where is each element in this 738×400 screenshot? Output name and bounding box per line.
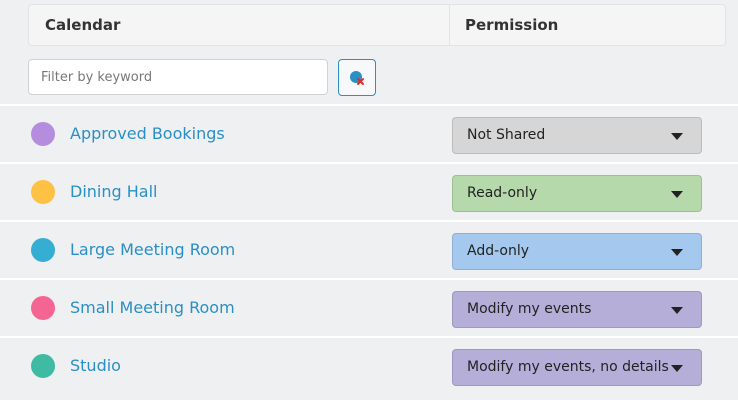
calendar-row: Studio Modify my events, no details [0, 336, 738, 394]
calendar-name-link[interactable]: Large Meeting Room [70, 222, 235, 278]
header-divider [449, 5, 450, 45]
calendar-color-dot [31, 180, 55, 204]
clear-filter-button[interactable] [338, 59, 376, 96]
dropdown-caret-icon [671, 191, 683, 198]
dropdown-caret-icon [671, 249, 683, 256]
permission-dropdown[interactable]: Add-only [452, 233, 702, 270]
permission-dropdown[interactable]: Not Shared [452, 117, 702, 154]
dropdown-caret-icon [671, 365, 683, 372]
calendar-column-header: Calendar [45, 16, 121, 34]
permission-value: Modify my events [467, 301, 592, 317]
dropdown-caret-icon [671, 307, 683, 314]
permission-value: Not Shared [467, 127, 546, 143]
table-header: Calendar Permission [28, 4, 726, 46]
calendar-color-dot [31, 122, 55, 146]
permission-value: Add-only [467, 243, 530, 259]
calendar-name-link[interactable]: Studio [70, 338, 121, 394]
permission-dropdown[interactable]: Read-only [452, 175, 702, 212]
permission-value: Read-only [467, 185, 538, 201]
permission-dropdown[interactable]: Modify my events [452, 291, 702, 328]
clear-filter-icon [350, 70, 364, 85]
calendar-color-dot [31, 354, 55, 378]
dropdown-caret-icon [671, 133, 683, 140]
calendar-row: Approved Bookings Not Shared [0, 104, 738, 162]
calendar-name-link[interactable]: Small Meeting Room [70, 280, 235, 336]
permission-column-header: Permission [465, 16, 559, 34]
filter-keyword-input[interactable] [28, 59, 328, 95]
calendar-name-link[interactable]: Approved Bookings [70, 106, 225, 162]
calendar-row: Large Meeting Room Add-only [0, 220, 738, 278]
permission-dropdown[interactable]: Modify my events, no details [452, 349, 702, 386]
calendar-name-link[interactable]: Dining Hall [70, 164, 157, 220]
permission-value: Modify my events, no details [467, 359, 669, 375]
calendar-row: Dining Hall Read-only [0, 162, 738, 220]
calendar-color-dot [31, 238, 55, 262]
calendar-row: Small Meeting Room Modify my events [0, 278, 738, 336]
calendar-color-dot [31, 296, 55, 320]
